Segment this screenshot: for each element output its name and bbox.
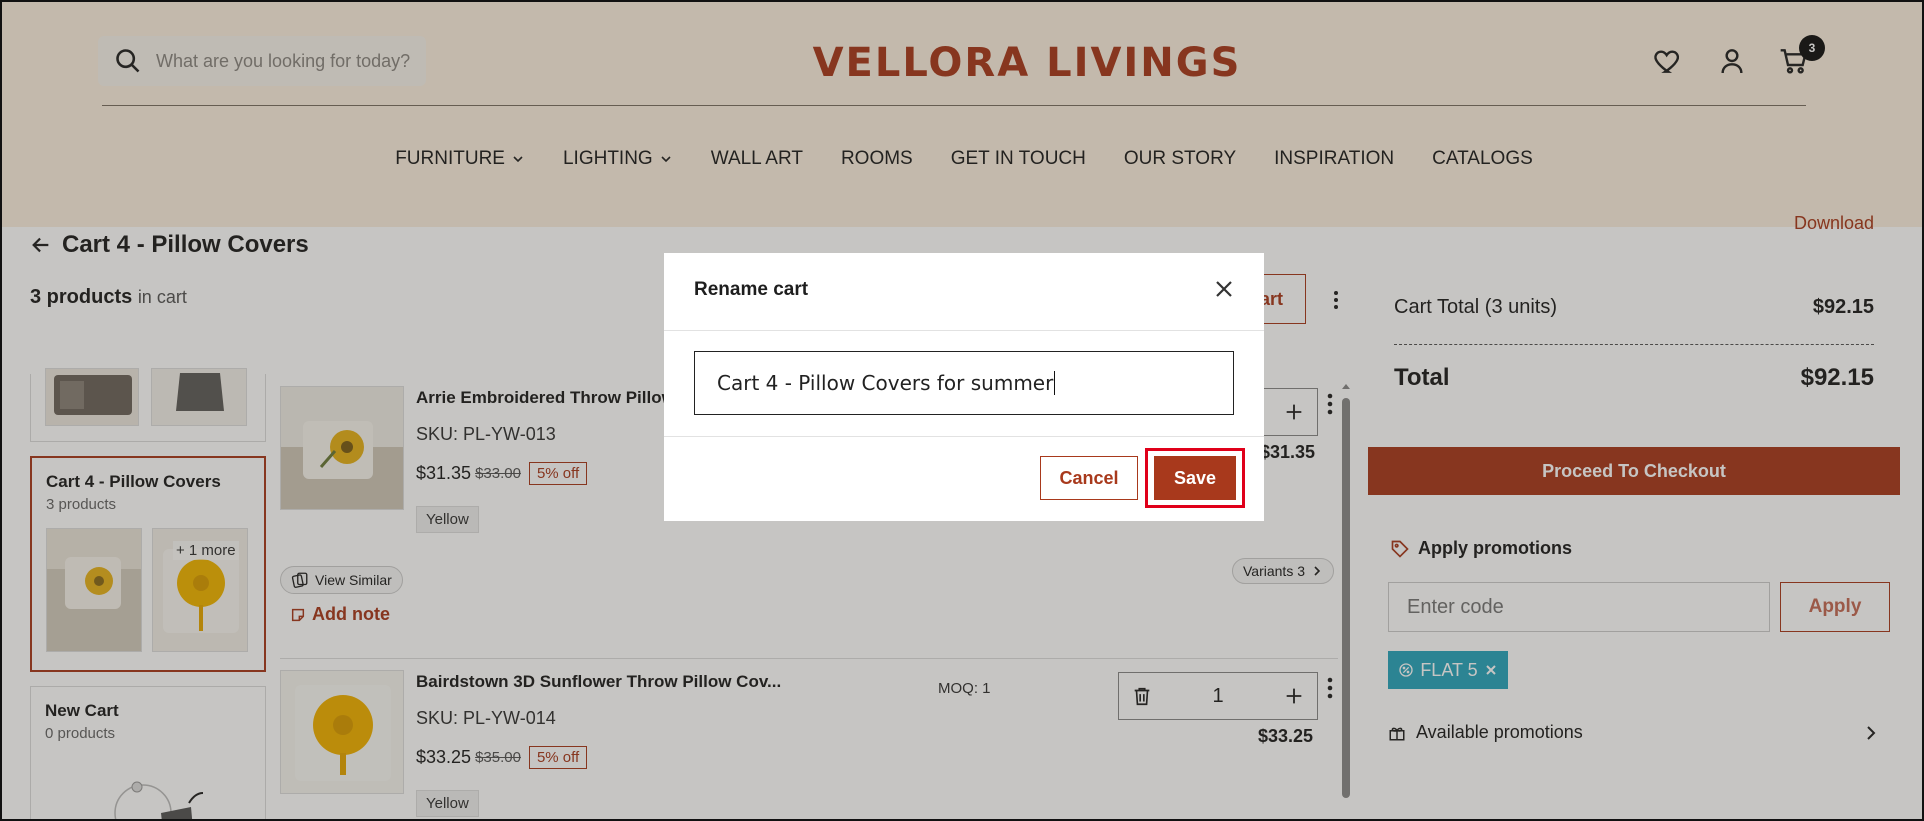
dialog-divider	[664, 436, 1264, 437]
save-button[interactable]: Save	[1154, 456, 1236, 500]
cart-name-input[interactable]: Cart 4 - Pillow Covers for summer	[694, 351, 1234, 415]
page-frame: What are you looking for today? VELLORA …	[0, 0, 1924, 821]
dialog-title: Rename cart	[694, 279, 809, 300]
dialog-divider	[664, 330, 1264, 331]
cancel-button[interactable]: Cancel	[1040, 456, 1138, 500]
close-icon[interactable]	[1212, 277, 1236, 301]
text-caret	[1054, 371, 1056, 395]
cart-name-value: Cart 4 - Pillow Covers for summer	[717, 371, 1054, 395]
rename-cart-dialog: Rename cart Cart 4 - Pillow Covers for s…	[664, 253, 1264, 521]
